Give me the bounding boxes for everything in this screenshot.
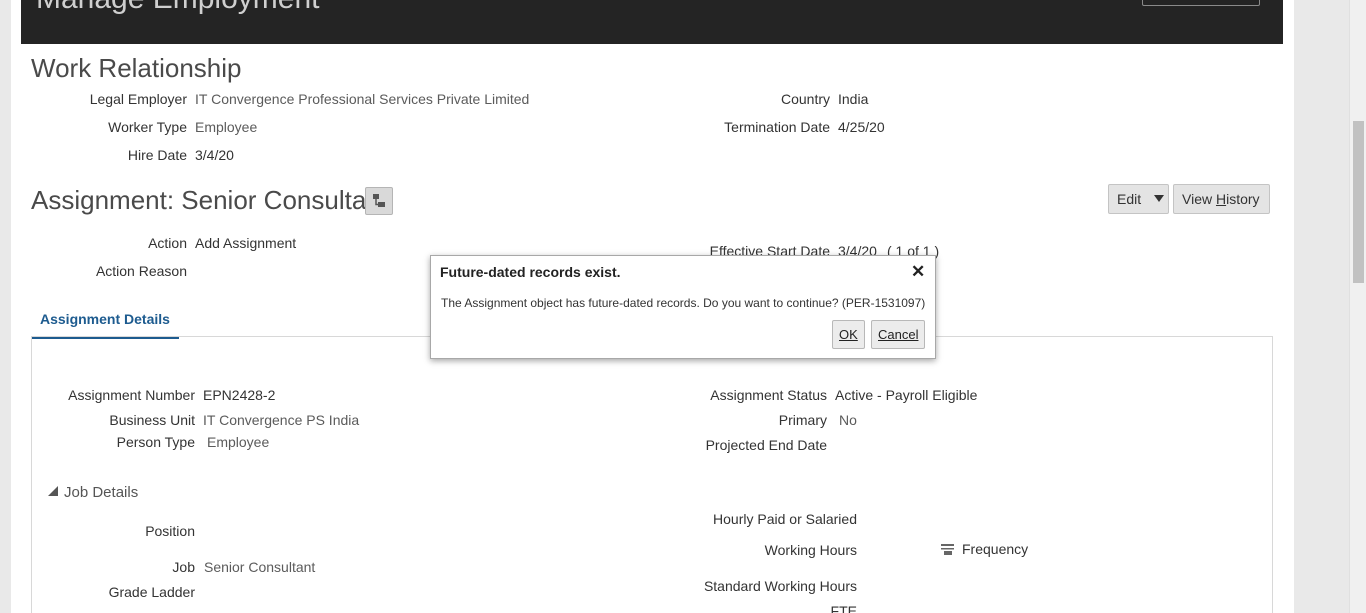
termination-date-label: Termination Date [724,119,830,135]
termination-date-value: 4/25/20 [838,119,885,135]
assignment-number-label: Assignment Number [68,387,195,403]
business-unit-label: Business Unit [109,412,195,428]
fte-label: FTE [830,603,857,613]
primary-label: Primary [778,412,827,428]
action-label: Action [148,235,187,251]
page-scrollbar[interactable] [1349,0,1366,613]
dialog-message: The Assignment object has future-dated r… [441,296,926,310]
legal-employer-value: IT Convergence Professional Services Pri… [195,91,530,107]
legal-employer-label: Legal Employer [89,91,187,107]
view-history-label-pre: View [1182,191,1216,207]
dialog-title: Future-dated records exist. [440,264,621,280]
assignment-status-label: Assignment Status [710,387,827,403]
view-history-label-post: istory [1226,191,1260,207]
view-history-label-access: H [1215,191,1227,207]
cancel-button[interactable]: Cancel [871,320,926,349]
hire-date-value: 3/4/20 [195,147,234,163]
page-header: Manage Employment [21,0,1283,44]
future-dated-records-dialog: Future-dated records exist. ✕ The Assign… [430,255,936,359]
page-title: Manage Employment [36,0,319,16]
edit-label: Edit [1117,191,1142,207]
job-label: Job [172,559,195,575]
work-relationship-title: Work Relationship [31,53,242,83]
assignment-title: Assignment: Senior Consultant [31,185,388,215]
worker-type-value: Employee [195,119,258,135]
action-reason-label: Action Reason [95,263,187,279]
hierarchy-button[interactable] [365,187,393,215]
triangle-collapse-icon [48,486,58,496]
frequency-label: Frequency [962,541,1029,557]
grade-ladder-label: Grade Ladder [108,584,195,600]
primary-value: No [839,412,857,428]
edit-button[interactable]: Edit [1108,184,1169,214]
frequency-field[interactable]: Frequency [940,541,1028,557]
chevron-down-icon [1154,195,1165,202]
person-type-label: Person Type [116,434,195,450]
view-history-button[interactable]: View History [1173,184,1270,214]
job-details-toggle[interactable]: Job Details [48,484,138,501]
worker-type-label: Worker Type [108,119,187,135]
ok-button[interactable]: OK [832,320,865,349]
business-unit-value: IT Convergence PS India [203,412,360,428]
close-icon[interactable]: ✕ [911,262,925,282]
job-details-title: Job Details [64,484,139,501]
working-hours-label: Working Hours [764,542,857,558]
person-type-value: Employee [207,434,270,450]
projected-end-date-label: Projected End Date [705,437,827,453]
action-value: Add Assignment [195,235,297,251]
standard-working-hours-label: Standard Working Hours [703,578,857,594]
tab-assignment-details[interactable]: Assignment Details [31,311,179,339]
hire-date-label: Hire Date [127,147,187,163]
header-action-button[interactable] [1142,0,1260,6]
position-label: Position [145,523,195,539]
scrollbar-thumb[interactable] [1353,121,1364,283]
assignment-status-value: Active - Payroll Eligible [835,387,978,403]
frequency-icon [941,544,954,555]
hierarchy-icon [373,194,385,207]
hourly-salaried-label: Hourly Paid or Salaried [713,511,857,527]
job-value: Senior Consultant [204,559,316,575]
assignment-number-value: EPN2428-2 [203,387,276,403]
country-label: Country [780,91,830,107]
country-value: India [838,91,869,107]
